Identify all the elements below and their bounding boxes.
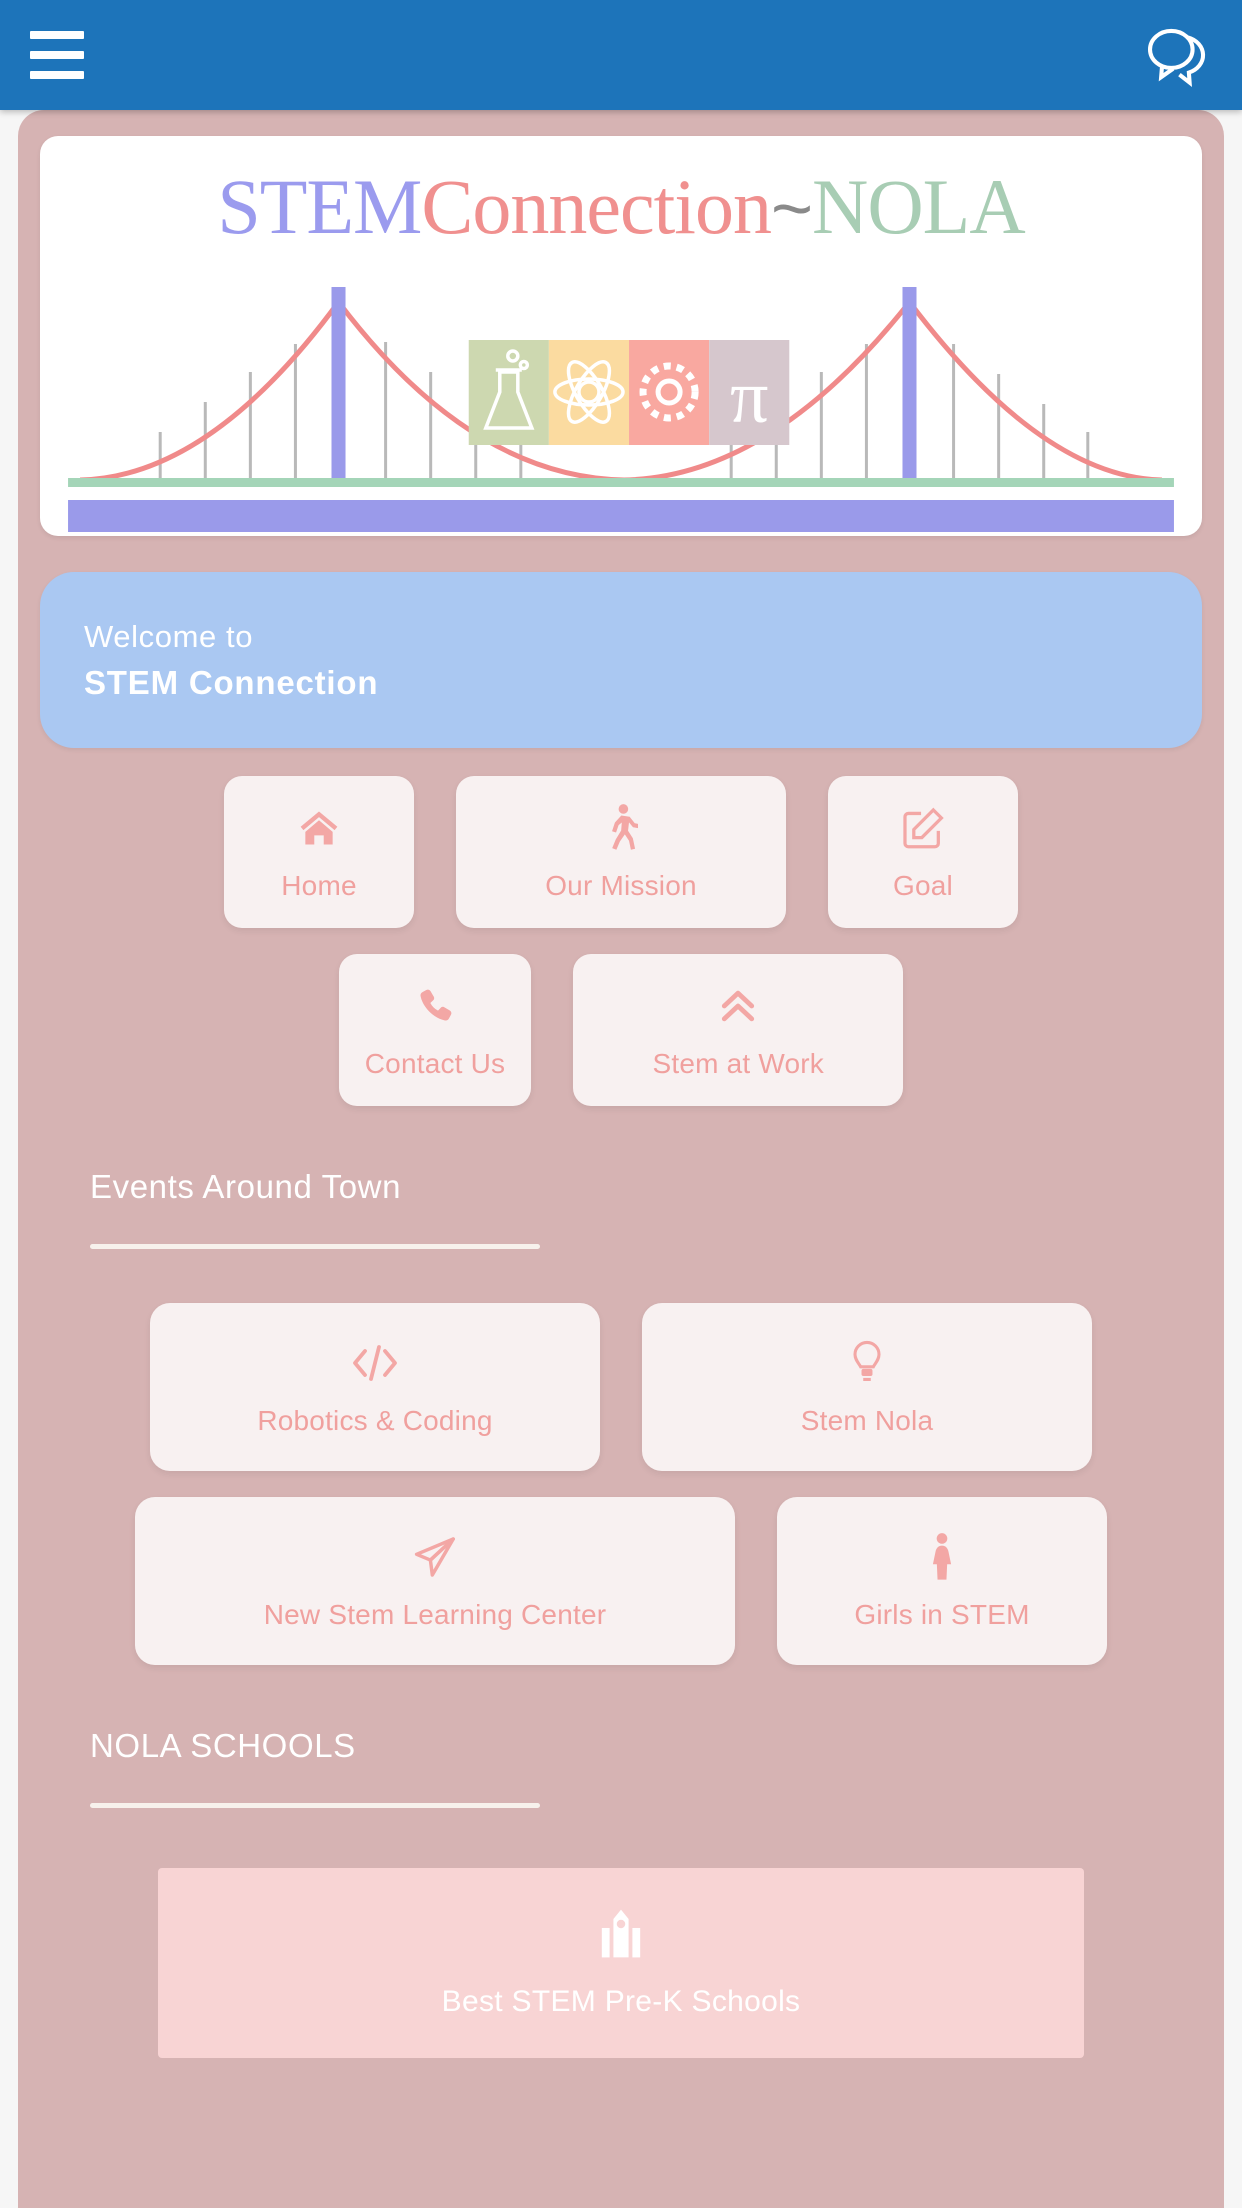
school-card-best-stem-prek[interactable]: Best STEM Pre-K Schools <box>158 1868 1084 2058</box>
nav-tile-contact-us[interactable]: Contact Us <box>338 954 532 1106</box>
app-header-bar <box>0 0 1242 110</box>
chat-bubbles-icon[interactable] <box>1138 18 1212 92</box>
nav-tile-our-mission[interactable]: Our Mission <box>456 776 786 928</box>
welcome-line1: Welcome to <box>84 618 254 654</box>
schools-card-list: Best STEM Pre-K Schools <box>18 1868 1224 2058</box>
section-title: Events Around Town <box>90 1168 402 1205</box>
school-card-label: Best STEM Pre-K Schools <box>441 1985 801 2018</box>
svg-text:π: π <box>730 355 768 439</box>
female-person-icon <box>928 1531 956 1583</box>
main-content-card: STEMConnection~NOLA π Welcome to STEM Co… <box>18 110 1224 2208</box>
welcome-banner: Welcome to STEM Connection <box>40 572 1202 748</box>
section-title: NOLA SCHOOLS <box>90 1727 356 1764</box>
walking-person-icon <box>604 802 638 854</box>
app-screen: STEMConnection~NOLA π Welcome to STEM Co… <box>0 0 1242 2208</box>
double-chevron-up-icon <box>716 980 760 1032</box>
phone-icon <box>415 980 455 1032</box>
nav-tile-label: Home <box>281 870 357 901</box>
event-tile-label: Stem Nola <box>800 1405 934 1436</box>
nav-tiles-row-1: Home Our Mission Goal <box>18 776 1224 928</box>
event-tile-label: New Stem Learning Center <box>263 1599 607 1630</box>
nav-tile-home[interactable]: Home <box>224 776 414 928</box>
hamburger-line <box>30 71 84 79</box>
section-divider <box>90 1803 540 1808</box>
event-tile-new-stem-learning-center[interactable]: New Stem Learning Center <box>135 1497 735 1665</box>
nav-tile-label: Contact Us <box>364 1048 506 1079</box>
school-building-icon <box>592 1907 650 1965</box>
nav-tile-label: Our Mission <box>545 870 697 901</box>
bridge-illustration: π <box>68 287 1174 532</box>
edit-pencil-square-icon <box>900 802 946 854</box>
schools-section-header: NOLA SCHOOLS <box>18 1727 1224 1808</box>
hamburger-menu-icon[interactable] <box>26 26 88 84</box>
nav-tile-label: Stem at Work <box>652 1048 824 1079</box>
nav-tile-stem-at-work[interactable]: Stem at Work <box>573 954 904 1106</box>
logo-banner: STEMConnection~NOLA π <box>40 136 1202 536</box>
events-tiles-row-2: New Stem Learning Center Girls in STEM <box>18 1497 1224 1665</box>
paper-plane-icon <box>411 1531 459 1583</box>
code-brackets-icon <box>349 1337 401 1389</box>
nav-tile-label: Goal <box>893 870 953 901</box>
lightbulb-icon <box>849 1337 885 1389</box>
event-tile-girls-in-stem[interactable]: Girls in STEM <box>777 1497 1107 1665</box>
home-icon <box>296 802 342 854</box>
hamburger-line <box>30 31 84 39</box>
events-section-header: Events Around Town <box>18 1168 1224 1249</box>
hamburger-line <box>30 51 84 59</box>
welcome-line2: STEM Connection <box>84 663 379 701</box>
event-tile-label: Robotics & Coding <box>257 1405 493 1436</box>
section-divider <box>90 1244 540 1249</box>
stem-subject-tiles: π <box>468 340 790 445</box>
events-tiles-row-1: Robotics & Coding Stem Nola <box>18 1303 1224 1471</box>
event-tile-label: Girls in STEM <box>854 1599 1030 1630</box>
nav-tiles-row-2: Contact Us Stem at Work <box>18 954 1224 1106</box>
event-tile-robotics-coding[interactable]: Robotics & Coding <box>150 1303 600 1471</box>
event-tile-stem-nola[interactable]: Stem Nola <box>642 1303 1092 1471</box>
nav-tile-goal[interactable]: Goal <box>828 776 1018 928</box>
